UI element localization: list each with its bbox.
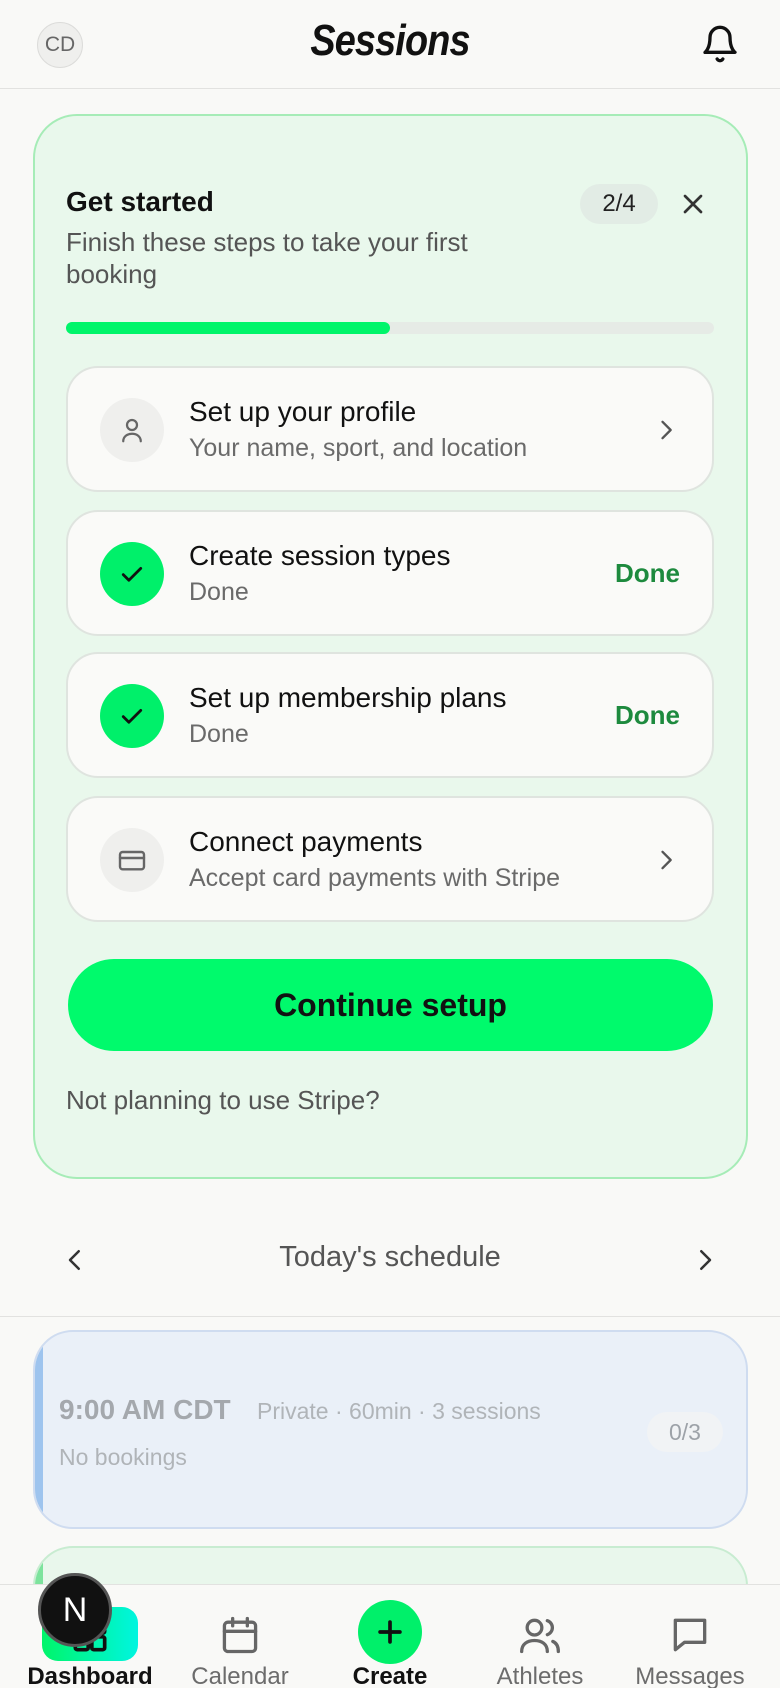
session-status: No bookings [59, 1444, 187, 1470]
step-setup-profile[interactable]: Set up your profile Your name, sport, an… [66, 366, 714, 492]
chevron-right-icon [661, 850, 672, 870]
nav-label: Calendar [191, 1663, 289, 1688]
bottom-nav: Dashboard Calendar Create Athletes Messa… [0, 1584, 780, 1688]
chevron-right-icon[interactable] [690, 1245, 720, 1275]
step-title: Set up membership plans [189, 682, 507, 713]
step-subtitle: Accept card payments with Stripe [189, 864, 560, 892]
session-time: 9:00 AM CDT [59, 1394, 231, 1425]
calendar-icon [222, 1616, 258, 1654]
step-title: Create session types [189, 540, 451, 571]
nav-messages[interactable]: Messages [615, 1585, 765, 1688]
check-icon [121, 709, 143, 724]
step-subtitle: Your name, sport, and location [189, 434, 528, 462]
schedule-title: Today's schedule [279, 1241, 501, 1273]
step-icon [100, 398, 164, 462]
step-title: Connect payments [189, 826, 423, 857]
step-done-label: Done [615, 700, 680, 730]
nav-label: Dashboard [27, 1663, 153, 1688]
step-title: Set up your profile [189, 396, 417, 427]
step-icon [100, 828, 164, 892]
nav-label: Messages [635, 1663, 745, 1688]
step-subtitle: Done [189, 720, 249, 748]
continue-setup-button[interactable]: Continue setup [68, 959, 713, 1051]
progress-bar [66, 322, 714, 334]
app-title: Sessions [310, 16, 470, 65]
step-membership-plans[interactable]: Set up membership plans Done Done [66, 652, 714, 778]
nav-athletes[interactable]: Athletes [465, 1585, 615, 1688]
progress-fill [66, 322, 390, 334]
schedule-header: Today's schedule [0, 1225, 780, 1317]
step-connect-payments[interactable]: Connect payments Accept card payments wi… [66, 796, 714, 922]
step-icon [100, 542, 164, 606]
skip-stripe-link[interactable]: Not planning to use Stripe? [66, 1085, 380, 1116]
step-icon [100, 684, 164, 748]
user-icon [122, 418, 142, 443]
close-icon[interactable] [677, 188, 709, 220]
session-meta: Private · 60min · 3 sessions [257, 1398, 541, 1424]
get-started-card: Get started Finish these steps to take y… [33, 114, 748, 1179]
nav-calendar[interactable]: Calendar [165, 1585, 315, 1688]
setup-title: Get started [66, 186, 214, 217]
message-icon [673, 1618, 707, 1652]
progress-count-badge: 2/4 [580, 184, 658, 224]
credit-card-icon [118, 850, 146, 871]
nav-create[interactable]: Create [315, 1585, 465, 1688]
top-bar: CD Sessions [0, 0, 780, 89]
session-accent-bar [35, 1332, 43, 1527]
dev-tools-badge[interactable]: N [38, 1573, 112, 1647]
session-booking-count: 0/3 [647, 1412, 723, 1452]
chevron-right-icon [661, 420, 672, 440]
check-icon [121, 567, 143, 582]
step-create-session-types[interactable]: Create session types Done Done [66, 510, 714, 636]
users-icon [520, 1618, 560, 1654]
step-subtitle: Done [189, 578, 249, 606]
nav-label: Create [352, 1663, 428, 1688]
step-done-label: Done [615, 558, 680, 588]
session-card[interactable]: 9:00 AM CDT Private · 60min · 3 sessions… [33, 1330, 748, 1529]
bell-icon[interactable] [700, 22, 740, 66]
setup-subtitle: Finish these steps to take your first bo… [66, 227, 468, 289]
nav-label: Athletes [496, 1663, 584, 1688]
